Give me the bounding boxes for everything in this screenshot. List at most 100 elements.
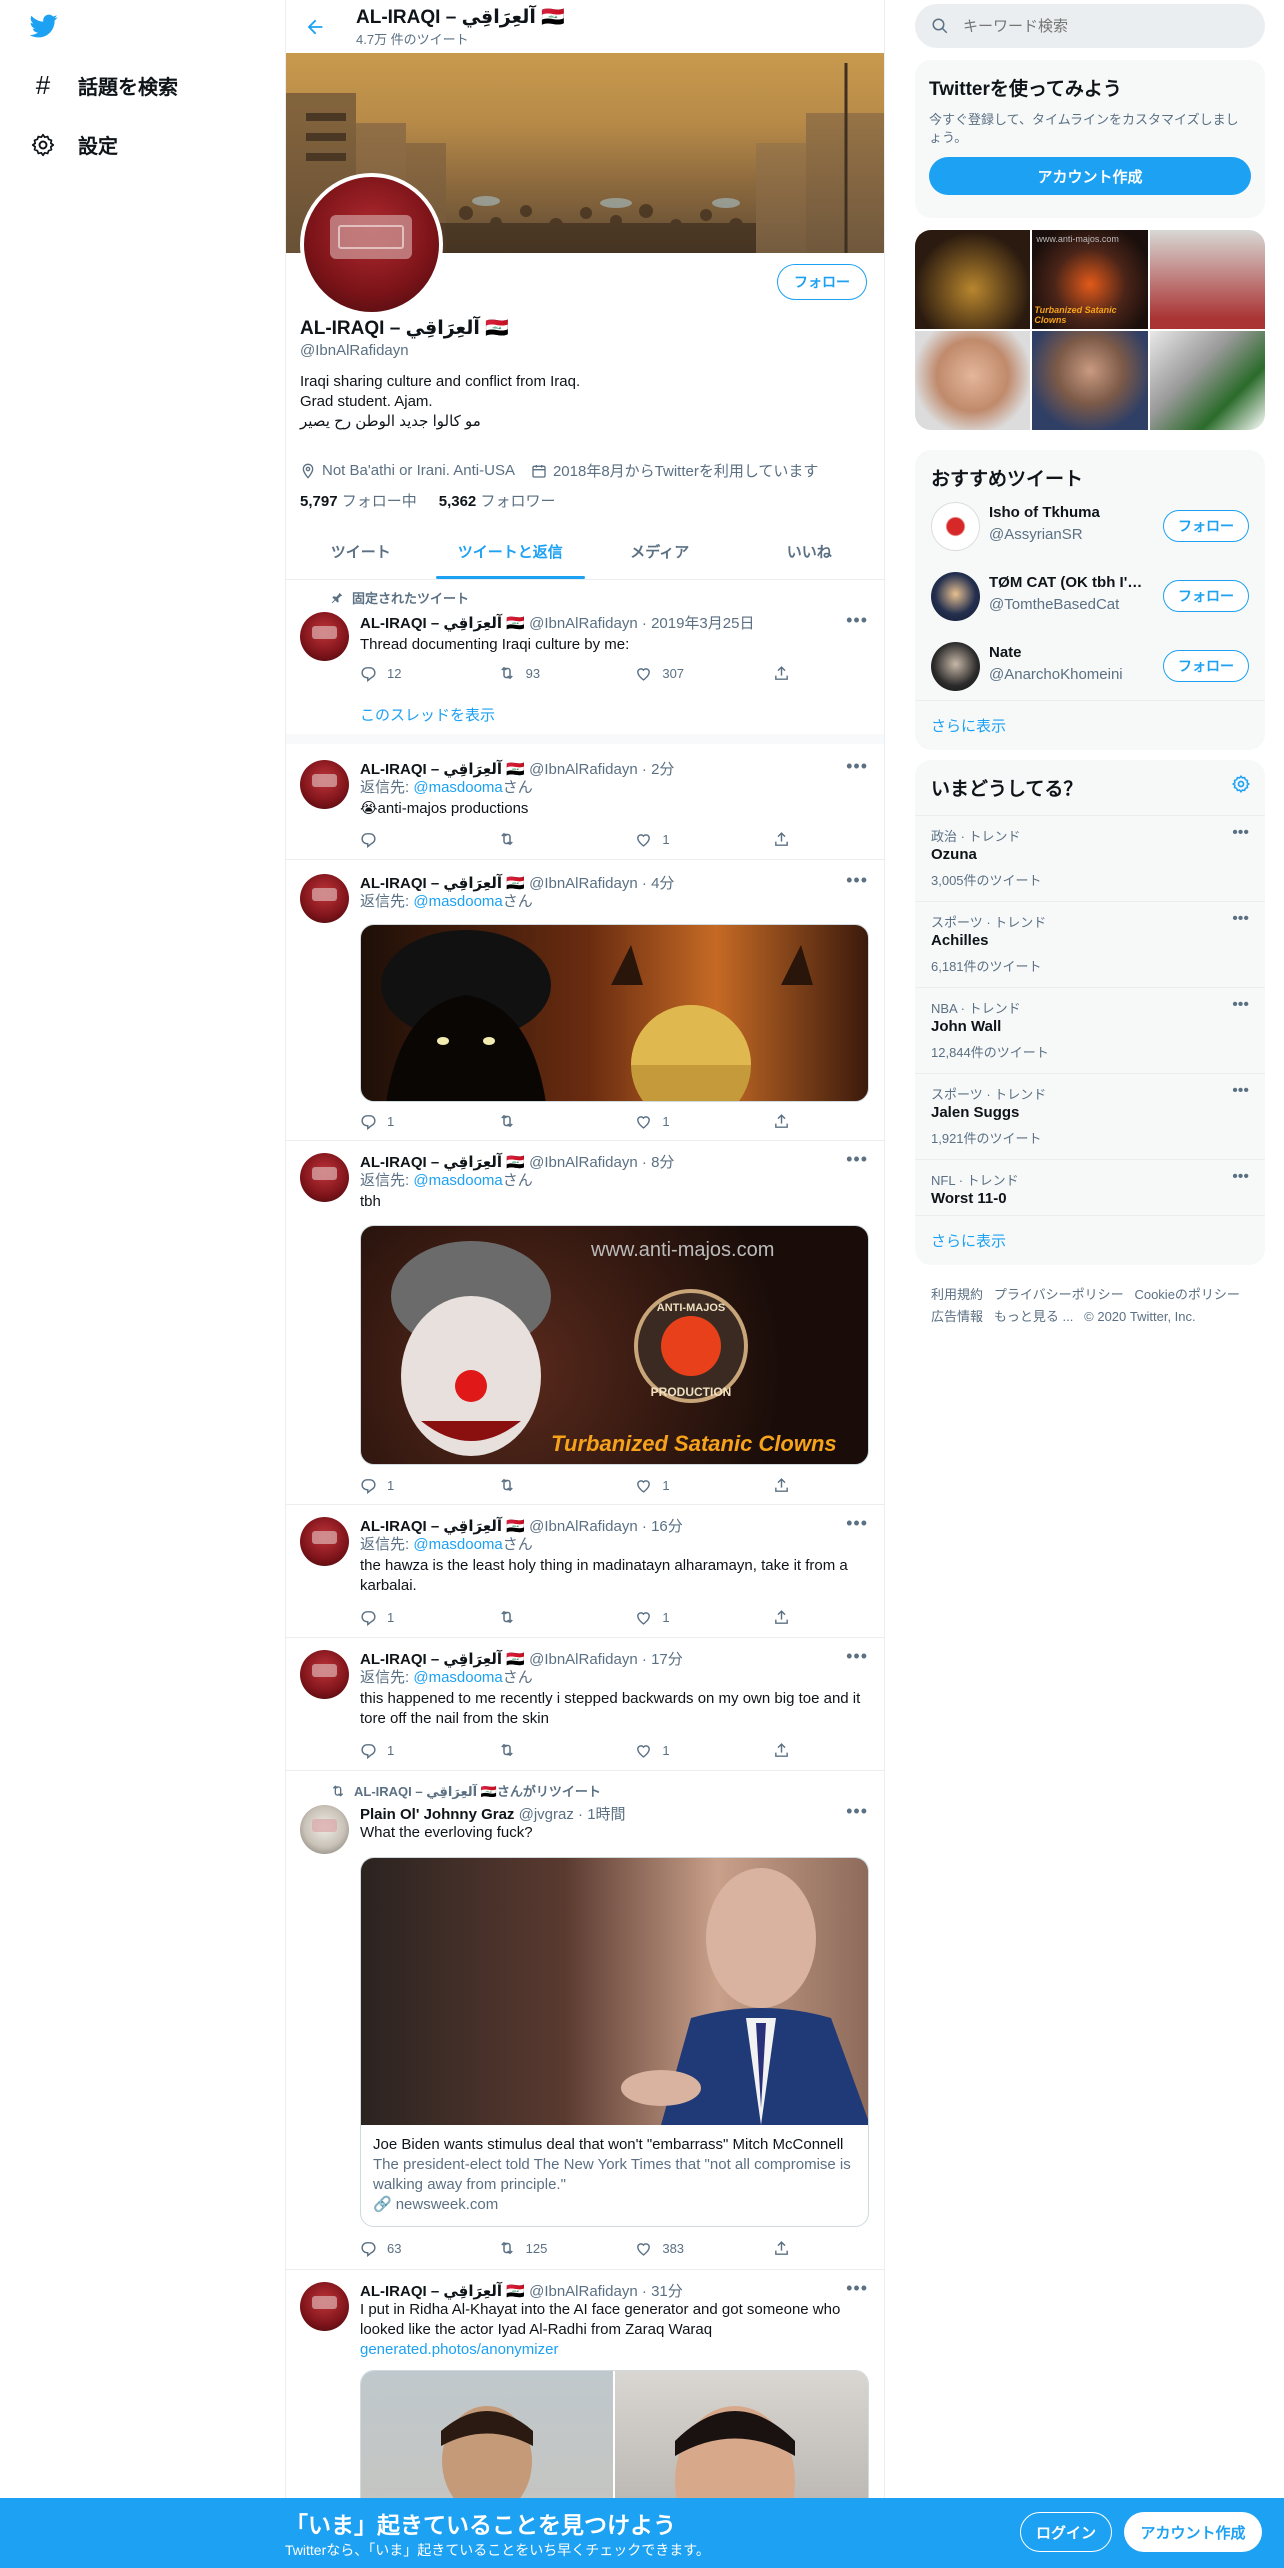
tweet-retweeted[interactable]: AL-IRAQI – آلعِرَاقِي 🇮🇶さんがリツイート Plain O… <box>286 1771 884 2270</box>
like-button[interactable]: 1 <box>635 1112 773 1130</box>
following-link[interactable]: 5,797 フォロー中 <box>300 490 417 511</box>
media-thumb[interactable] <box>1032 331 1148 430</box>
more-options-icon[interactable]: ••• <box>846 1646 868 1667</box>
twitter-logo-icon[interactable] <box>28 12 60 40</box>
reply-button[interactable]: 12 <box>360 664 498 682</box>
share-button[interactable] <box>773 1608 790 1626</box>
tweet-author-name[interactable]: AL-IRAQI – آلعِرَاقِي 🇮🇶 <box>360 615 525 632</box>
tweet-image[interactable]: www.anti-majos.com ANTI-MAJOS PRODUCTION… <box>360 1225 869 1465</box>
trend-item[interactable]: NBA · トレンド John Wall 12,844件のツイート ••• <box>915 987 1265 1073</box>
tweet-author-name[interactable]: AL-IRAQI – آلعِرَاقِي 🇮🇶 <box>360 2283 525 2300</box>
tweet-author-handle[interactable]: @IbnAlRafidayn <box>529 615 638 632</box>
suggestion-name[interactable]: Nate <box>989 644 1149 661</box>
footer-link[interactable]: 利用規約 <box>931 1287 983 1302</box>
more-options-icon[interactable]: ••• <box>846 1801 868 1822</box>
reply-button[interactable]: 63 <box>360 2239 498 2257</box>
like-button[interactable]: 1 <box>635 1608 773 1626</box>
share-button[interactable] <box>773 664 790 682</box>
login-button[interactable]: ログイン <box>1020 2512 1112 2552</box>
share-button[interactable] <box>773 1476 790 1494</box>
footer-link[interactable]: 広告情報 <box>931 1309 983 1324</box>
create-account-button[interactable]: アカウント作成 <box>929 157 1251 195</box>
tweet-author-handle[interactable]: @IbnAlRafidayn <box>529 875 638 892</box>
tweet-pinned[interactable]: 固定されたツイート AL-IRAQI – آلعِرَاقِي 🇮🇶 @IbnA… <box>286 580 884 744</box>
suggestion-avatar[interactable] <box>931 572 980 621</box>
tab-media[interactable]: メディア <box>585 523 735 579</box>
reply-target-link[interactable]: @masdooma <box>413 779 502 796</box>
tweet[interactable]: AL-IRAQI – آلعِرَاقِي 🇮🇶 @IbnAlRafidayn … <box>286 1505 884 1638</box>
media-thumb[interactable] <box>915 331 1031 430</box>
share-button[interactable] <box>773 830 790 848</box>
retweet-button[interactable] <box>498 830 636 848</box>
tweet-avatar[interactable] <box>300 1650 349 1699</box>
share-button[interactable] <box>773 1112 790 1130</box>
tweet-author-handle[interactable]: @jvgraz <box>519 1806 574 1823</box>
tweet-author-name[interactable]: AL-IRAQI – آلعِرَاقِي 🇮🇶 <box>360 1651 525 1668</box>
tweet-link[interactable]: generated.photos/anonymizer <box>360 2340 870 2360</box>
tweet[interactable]: AL-IRAQI – آلعِرَاقِي 🇮🇶 @IbnAlRafidayn … <box>286 1141 884 1505</box>
like-button[interactable]: 1 <box>635 1741 773 1759</box>
footer-link[interactable]: プライバシーポリシー <box>994 1287 1124 1302</box>
retweet-button[interactable] <box>498 1608 636 1626</box>
tweet[interactable]: AL-IRAQI – آلعِرَاقِي 🇮🇶 @IbnAlRafidayn … <box>286 1638 884 1771</box>
like-button[interactable]: 1 <box>635 830 773 848</box>
trend-item[interactable]: スポーツ · トレンド Jalen Suggs 1,921件のツイート ••• <box>915 1073 1265 1159</box>
tweet-author-handle[interactable]: @IbnAlRafidayn <box>529 1518 638 1535</box>
more-options-icon[interactable]: ••• <box>846 610 868 631</box>
trends-settings-icon[interactable] <box>1231 774 1251 794</box>
trend-item[interactable]: 政治 · トレンド Ozuna 3,005件のツイート ••• <box>915 815 1265 901</box>
reply-target-link[interactable]: @masdooma <box>413 893 502 910</box>
retweet-button[interactable] <box>498 1112 636 1130</box>
tweet-time[interactable]: 1時間 <box>587 1806 625 1823</box>
more-options-icon[interactable]: ••• <box>846 1513 868 1534</box>
tab-likes[interactable]: いいね <box>735 523 885 579</box>
tab-tweets-and-replies[interactable]: ツイートと返信 <box>435 523 586 579</box>
show-more-trends-link[interactable]: さらに表示 <box>915 1215 1265 1265</box>
tweet-author-handle[interactable]: @IbnAlRafidayn <box>529 1154 638 1171</box>
media-thumb[interactable] <box>915 230 1031 329</box>
tweet-author-name[interactable]: Plain Ol' Johnny Graz <box>360 1806 514 1823</box>
search-input[interactable] <box>963 17 1223 35</box>
trend-item[interactable]: NFL · トレンド Worst 11-0 ••• <box>915 1159 1265 1215</box>
suggestion-avatar[interactable] <box>931 642 980 691</box>
tweet-avatar[interactable] <box>300 1153 349 1202</box>
tweet-time[interactable]: 2分 <box>651 761 674 778</box>
media-thumb[interactable] <box>1149 331 1265 430</box>
more-options-icon[interactable]: ••• <box>1232 824 1249 842</box>
suggestion-avatar[interactable] <box>931 502 980 551</box>
follow-button[interactable]: フォロー <box>1163 650 1249 682</box>
like-button[interactable]: 1 <box>635 1476 773 1494</box>
footer-link[interactable]: Cookieのポリシー <box>1134 1287 1239 1302</box>
retweet-button[interactable]: 125 <box>498 2239 636 2257</box>
tweet-author-handle[interactable]: @IbnAlRafidayn <box>529 2283 638 2300</box>
tweet-time[interactable]: 31分 <box>651 2283 683 2300</box>
retweet-button[interactable] <box>498 1476 636 1494</box>
reply-button[interactable] <box>360 830 498 848</box>
more-options-icon[interactable]: ••• <box>1232 1168 1249 1186</box>
back-arrow-icon[interactable] <box>304 16 326 38</box>
tweet[interactable]: AL-IRAQI – آلعِرَاقِي 🇮🇶 @IbnAlRafidayn … <box>286 860 884 1141</box>
tweet-avatar[interactable] <box>300 2282 349 2331</box>
tweet-time[interactable]: 8分 <box>651 1154 674 1171</box>
tweet-time[interactable]: 4分 <box>651 875 674 892</box>
show-thread-link[interactable]: このスレッドを表示 <box>360 704 495 725</box>
tweet-author-name[interactable]: AL-IRAQI – آلعِرَاقِي 🇮🇶 <box>360 1518 525 1535</box>
more-options-icon[interactable]: ••• <box>1232 996 1249 1014</box>
follow-button[interactable]: フォロー <box>1163 580 1249 612</box>
more-options-icon[interactable]: ••• <box>846 870 868 891</box>
share-button[interactable] <box>773 1741 790 1759</box>
profile-avatar[interactable] <box>300 173 443 316</box>
follow-button[interactable]: フォロー <box>777 264 867 300</box>
tweet-avatar[interactable] <box>300 874 349 923</box>
nav-settings[interactable]: 設定 <box>30 130 118 159</box>
tweet-author-handle[interactable]: @IbnAlRafidayn <box>529 1651 638 1668</box>
tweet[interactable]: AL-IRAQI – آلعِرَاقِي 🇮🇶 @IbnAlRafidayn … <box>286 754 884 860</box>
more-options-icon[interactable]: ••• <box>1232 1082 1249 1100</box>
tweet-image[interactable] <box>360 924 869 1102</box>
reply-target-link[interactable]: @masdooma <box>413 1536 502 1553</box>
more-options-icon[interactable]: ••• <box>1232 910 1249 928</box>
tweet-time[interactable]: 2019年3月25日 <box>651 615 754 632</box>
like-button[interactable]: 383 <box>635 2239 773 2257</box>
follow-button[interactable]: フォロー <box>1163 510 1249 542</box>
nav-explore[interactable]: # 話題を検索 <box>30 70 178 101</box>
